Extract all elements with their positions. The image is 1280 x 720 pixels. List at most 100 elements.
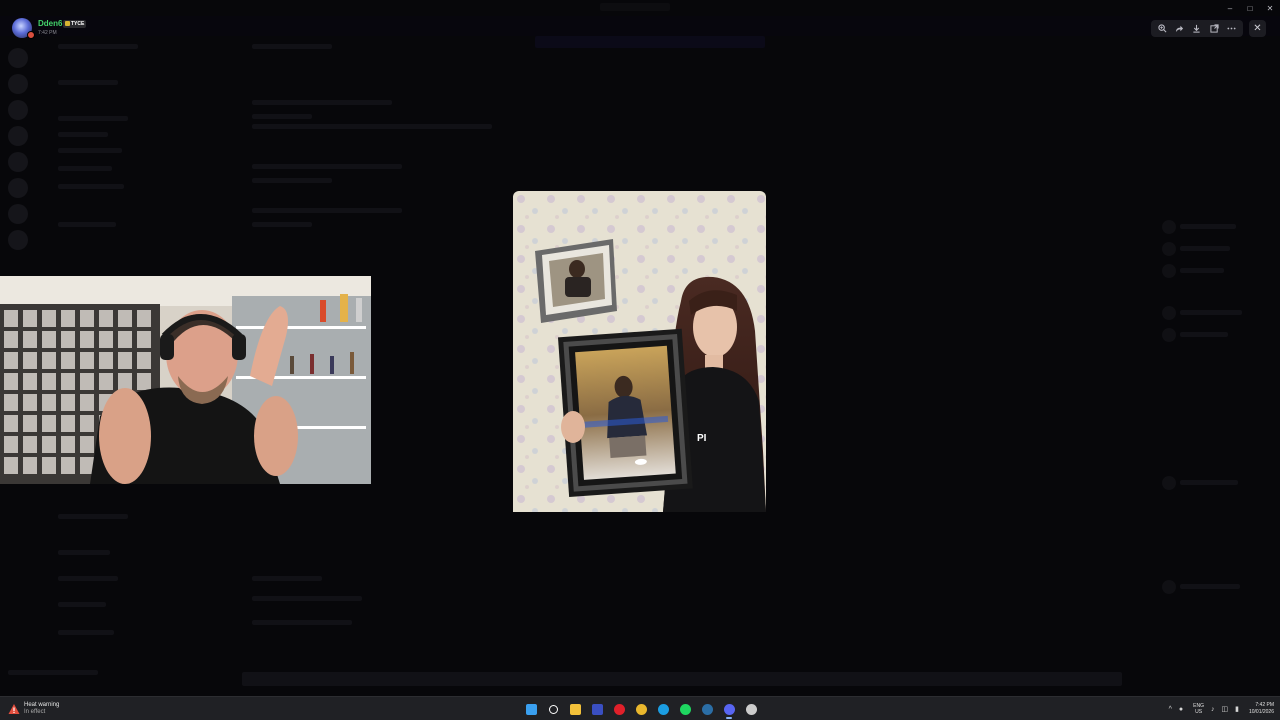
collectible-box — [61, 415, 75, 432]
weather-subtitle: In effect — [24, 709, 46, 715]
taskbar-steam-icon[interactable] — [696, 699, 718, 719]
member-avatar[interactable] — [1162, 476, 1176, 490]
server-icon[interactable] — [8, 48, 28, 68]
server-icon[interactable] — [8, 152, 28, 172]
member-avatar[interactable] — [1162, 264, 1176, 278]
taskbar-opera-icon[interactable] — [608, 699, 630, 719]
guild-tag-icon — [65, 21, 70, 26]
forward-icon[interactable] — [1174, 23, 1186, 35]
post-timestamp: 7:42 PM — [38, 30, 57, 36]
collectible-box — [137, 310, 151, 327]
collectible-box — [61, 373, 75, 390]
discord-glyph — [723, 703, 735, 715]
volume-icon[interactable]: ♪ — [1211, 706, 1215, 713]
member-name[interactable] — [1180, 480, 1238, 485]
taskbar-app-misc-icon[interactable] — [740, 699, 762, 719]
channel-item[interactable] — [58, 80, 118, 85]
collectible-box — [99, 373, 113, 390]
collectible-box — [61, 310, 75, 327]
more-icon[interactable] — [1225, 23, 1237, 35]
external-link-icon[interactable] — [1208, 23, 1220, 35]
collectible-box — [4, 436, 18, 453]
server-icon[interactable] — [8, 204, 28, 224]
system-tray: ^ ● ENG US ♪ ◫ ▮ 7:42 PM 10/01/2026 — [1162, 699, 1274, 719]
warning-icon — [8, 704, 20, 714]
member-avatar[interactable] — [1162, 220, 1176, 234]
collectible-box — [4, 352, 18, 369]
member-list — [1152, 36, 1280, 696]
member-name[interactable] — [1180, 332, 1228, 337]
taskbar-apps — [520, 699, 762, 719]
avatar-decoration — [27, 31, 35, 39]
collectible-box — [4, 373, 18, 390]
message-line — [252, 124, 492, 129]
close-icon[interactable]: ✕ — [1249, 20, 1266, 37]
channel-item[interactable] — [58, 166, 112, 171]
taskbar-discord-icon[interactable] — [718, 699, 740, 719]
user-panel — [8, 670, 98, 675]
member-name[interactable] — [1180, 268, 1224, 273]
edge-glyph — [657, 703, 669, 715]
collectible-box — [42, 415, 56, 432]
taskbar-chrome-icon[interactable] — [630, 699, 652, 719]
webcam-overlay — [0, 276, 371, 484]
member-avatar[interactable] — [1162, 580, 1176, 594]
member-avatar[interactable] — [1162, 242, 1176, 256]
server-icon[interactable] — [8, 74, 28, 94]
message-line — [252, 208, 402, 213]
server-icon[interactable] — [8, 178, 28, 198]
taskbar-app-blue-square-icon[interactable] — [586, 699, 608, 719]
clock-date: 10/01/2026 — [1248, 709, 1274, 715]
channel-item[interactable] — [58, 116, 128, 121]
wall-frame — [535, 239, 617, 323]
message-line — [252, 596, 362, 601]
collectible-box — [80, 373, 94, 390]
network-icon[interactable]: ◫ — [1221, 705, 1228, 713]
message-input[interactable] — [242, 672, 1122, 686]
channel-item[interactable] — [58, 602, 106, 607]
search-glyph — [548, 704, 558, 714]
taskbar-start-icon[interactable] — [520, 699, 542, 719]
collectible-box — [23, 331, 37, 348]
server-name — [58, 44, 138, 49]
member-avatar[interactable] — [1162, 306, 1176, 320]
member-name[interactable] — [1180, 246, 1230, 251]
member-name[interactable] — [1180, 310, 1242, 315]
member-name[interactable] — [1180, 224, 1236, 229]
server-icon[interactable] — [8, 100, 28, 120]
channel-item[interactable] — [58, 630, 114, 635]
zoom-icon[interactable] — [1157, 23, 1169, 35]
member-name[interactable] — [1180, 584, 1240, 589]
clock[interactable]: 7:42 PM 10/01/2026 — [1249, 702, 1274, 716]
microphone-icon[interactable]: ● — [1179, 706, 1183, 713]
chevron-up-icon[interactable]: ^ — [1169, 706, 1172, 713]
collectible-box — [4, 331, 18, 348]
server-icon[interactable] — [8, 230, 28, 250]
message-line — [252, 178, 332, 183]
taskbar-search-icon[interactable] — [542, 699, 564, 719]
guild-tag[interactable]: TYCE — [63, 20, 87, 28]
collectible-box — [118, 373, 132, 390]
member-avatar[interactable] — [1162, 328, 1176, 342]
author-name[interactable]: Dden6 — [38, 19, 62, 28]
taskbar-file-explorer-icon[interactable] — [564, 699, 586, 719]
channel-item[interactable] — [58, 148, 122, 153]
download-icon[interactable] — [1191, 23, 1203, 35]
weather-widget[interactable]: Heat warning In effect — [8, 701, 59, 717]
taskbar-spotify-icon[interactable] — [674, 699, 696, 719]
collectible-box — [42, 436, 56, 453]
taskbar-edge-icon[interactable] — [652, 699, 674, 719]
collectible-box — [80, 310, 94, 327]
collectible-box — [42, 457, 56, 474]
channel-item[interactable] — [58, 576, 118, 581]
collectible-box — [23, 373, 37, 390]
collectible-box — [4, 310, 18, 327]
collectible-box — [4, 394, 18, 411]
channel-item[interactable] — [58, 550, 110, 555]
input-language[interactable]: ENG US — [1193, 703, 1204, 715]
server-icon[interactable] — [8, 126, 28, 146]
battery-icon[interactable]: ▮ — [1235, 705, 1239, 713]
channel-item[interactable] — [58, 184, 124, 189]
attachment-image[interactable]: PI — [513, 191, 766, 512]
channel-item[interactable] — [58, 132, 108, 137]
